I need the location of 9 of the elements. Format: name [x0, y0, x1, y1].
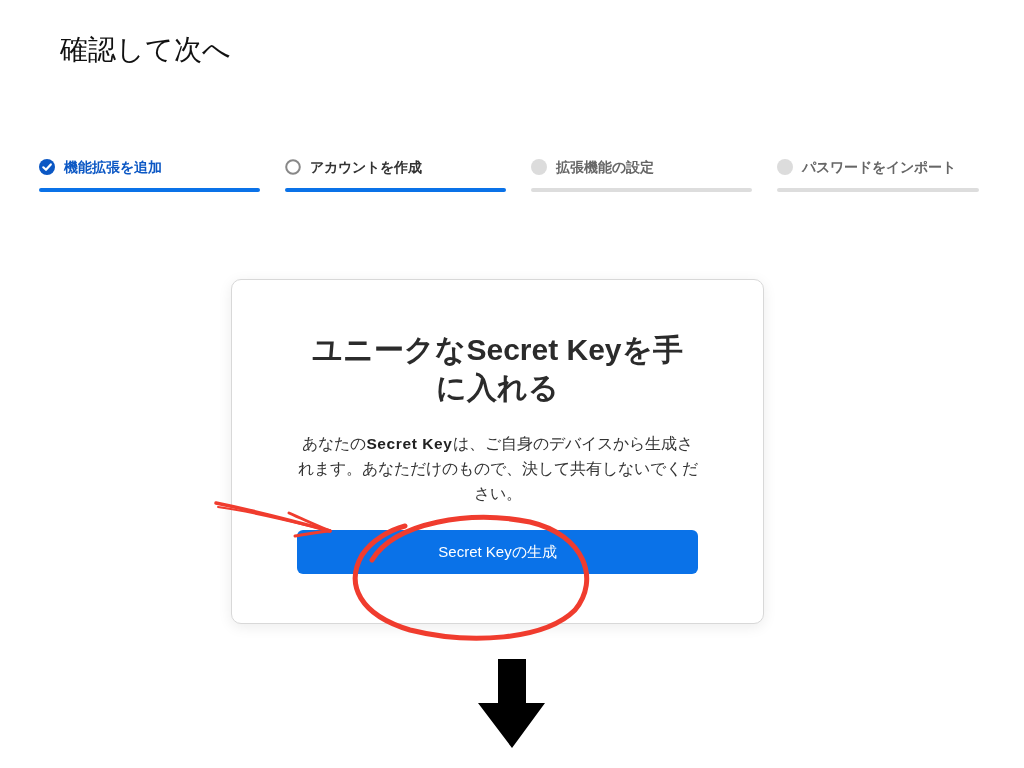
page-heading: 確認して次へ — [60, 33, 231, 67]
generate-key-button[interactable]: Secret Keyの生成 — [297, 530, 698, 574]
step-label: 拡張機能の設定 — [556, 158, 654, 176]
step-label: パスワードをインポート — [802, 158, 956, 176]
step-label: 機能拡張を追加 — [64, 158, 162, 176]
step-label: アカウントを作成 — [310, 158, 422, 176]
card-description: あなたのSecret Keyは、ご自身のデバイスから生成されます。あなただけのもので、決して共有しないでください。 — [296, 434, 699, 504]
card-title: ユニークなSecret Keyを手に入れる — [311, 332, 684, 406]
down-arrow-icon — [478, 659, 545, 748]
